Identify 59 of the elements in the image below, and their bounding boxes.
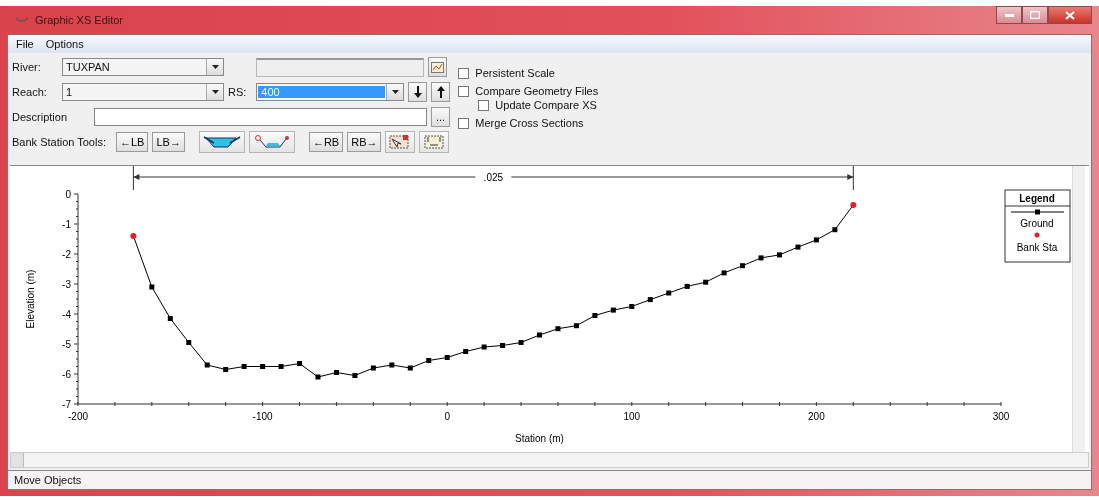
input-field[interactable] <box>256 57 424 77</box>
tick-label: -2 <box>62 249 71 260</box>
reach-dropdown[interactable]: 1 <box>62 83 224 101</box>
bank-station-button[interactable]: RB→ <box>347 132 382 152</box>
river-dropdown[interactable]: TUXPAN <box>62 58 224 76</box>
menu-item[interactable]: Options <box>41 38 88 50</box>
close-icon[interactable] <box>1065 10 1075 20</box>
legend-line-icon <box>1010 209 1065 215</box>
channel-fill-icon[interactable] <box>198 131 245 153</box>
tick-label: -100 <box>252 411 273 422</box>
axis-title: Station (m) <box>515 433 564 444</box>
field-label: Reach: <box>12 86 48 98</box>
checkbox-label: Compare Geometry Files <box>475 85 599 97</box>
legend-label: Bank Sta <box>1016 242 1058 253</box>
channel-edit-icon[interactable] <box>248 131 295 153</box>
tick-label: 200 <box>808 411 825 422</box>
checkbox-label: Merge Cross Sections <box>475 117 584 129</box>
tick-label: -200 <box>68 411 88 422</box>
status-text: Move Objects <box>14 474 82 486</box>
select-points-icon[interactable] <box>385 131 416 153</box>
checkbox[interactable] <box>478 99 490 111</box>
tick-label: -4 <box>62 309 71 320</box>
minimize-button[interactable] <box>996 6 1022 24</box>
checkbox[interactable] <box>458 85 470 97</box>
app-icon <box>15 15 29 25</box>
field-label: Description <box>12 111 69 123</box>
close-button[interactable] <box>1048 6 1092 24</box>
legend-label: Ground <box>1020 218 1054 229</box>
dotted-frame-icon[interactable] <box>419 131 450 153</box>
tick-label: 0 <box>65 189 71 200</box>
annotation-label: .025 <box>483 172 504 183</box>
bank-station-button[interactable]: LB→ <box>152 132 185 152</box>
vertical-scrollbar[interactable] <box>1072 166 1085 452</box>
field-label: Bank Station Tools: <box>12 136 106 148</box>
tick-label: -5 <box>62 339 71 350</box>
tick-label: 100 <box>623 411 641 422</box>
tick-label: -6 <box>62 369 71 380</box>
tick-label: -7 <box>62 399 71 410</box>
tick-label: -3 <box>62 279 71 290</box>
checkbox-label: Persistent Scale <box>475 67 555 79</box>
menu-item[interactable]: File <box>12 38 38 50</box>
chart-icon[interactable] <box>428 57 447 77</box>
legend-title: Legend <box>1019 193 1055 204</box>
description-field[interactable] <box>94 108 427 126</box>
axis-title: Elevation (m) <box>25 269 36 329</box>
tick-label: -1 <box>62 219 71 230</box>
browse-button[interactable]: ... <box>431 107 450 127</box>
maximize-button[interactable] <box>1022 6 1048 24</box>
bank-station-button[interactable]: ←LB <box>115 132 149 152</box>
horizontal-scrollbar[interactable] <box>10 452 1089 468</box>
tick-label: 0 <box>444 411 450 422</box>
field-label: RS: <box>228 86 247 98</box>
window-title: Graphic XS Editor <box>35 14 124 26</box>
checkbox[interactable] <box>458 117 470 129</box>
tick-label: 300 <box>992 411 1010 422</box>
bank-station-button[interactable]: ←RB <box>308 132 344 152</box>
checkbox-label: Update Compare XS <box>495 99 597 111</box>
checkbox[interactable] <box>458 67 470 79</box>
field-label: River: <box>12 61 42 73</box>
